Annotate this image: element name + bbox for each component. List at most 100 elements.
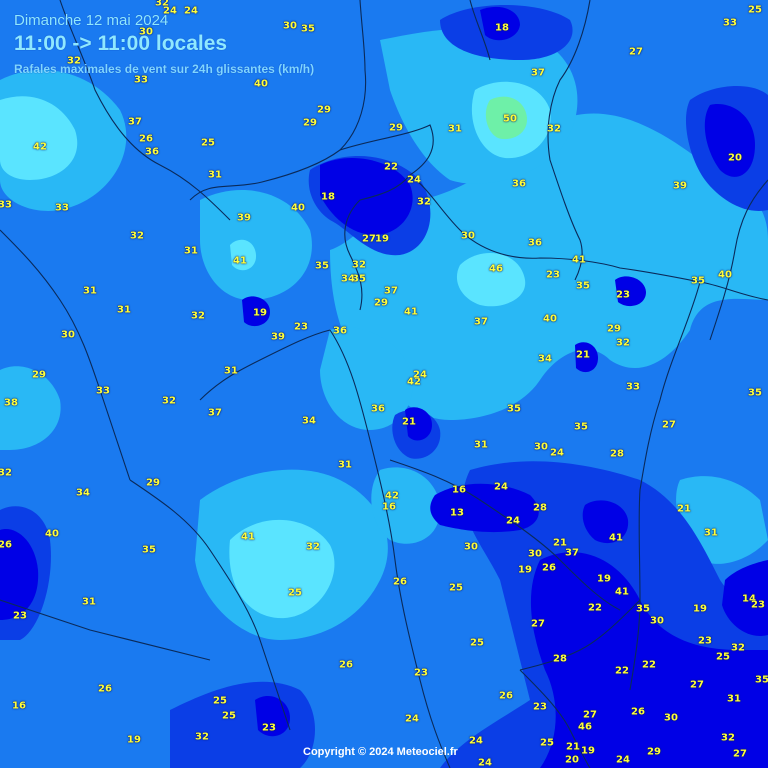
- gust-label: 31: [208, 169, 222, 181]
- gust-label: 32: [0, 467, 12, 479]
- gust-label: 39: [271, 331, 285, 343]
- gust-label: 35: [142, 544, 156, 556]
- map-time-range: 11:00 -> 11:00 locales: [14, 32, 228, 55]
- gust-label: 21: [402, 416, 416, 428]
- gust-label: 41: [609, 532, 623, 544]
- gust-label: 25: [201, 137, 215, 149]
- gust-label: 42: [385, 490, 399, 502]
- gust-label: 27: [583, 709, 597, 721]
- copyright-notice: Copyright © 2024 Meteociel.fr: [303, 746, 458, 758]
- gust-label: 32: [731, 642, 745, 654]
- gust-label: 35: [574, 421, 588, 433]
- gust-label: 23: [13, 610, 27, 622]
- gust-label: 35: [691, 275, 705, 287]
- gust-label: 35: [507, 403, 521, 415]
- gust-label: 37: [474, 316, 488, 328]
- gust-label: 30: [528, 548, 542, 560]
- gust-label: 32: [616, 337, 630, 349]
- gust-label: 29: [303, 117, 317, 129]
- gust-label: 25: [748, 4, 762, 16]
- gust-label: 31: [448, 123, 462, 135]
- gust-label: 24: [163, 5, 177, 17]
- gust-label: 31: [474, 439, 488, 451]
- gust-label: 35: [301, 23, 315, 35]
- gust-label: 30: [139, 26, 153, 38]
- gust-label: 50: [503, 113, 517, 125]
- gust-label: 38: [4, 397, 18, 409]
- gust-label: 31: [184, 245, 198, 257]
- gust-label: 33: [55, 202, 69, 214]
- gust-label: 29: [607, 323, 621, 335]
- gust-label: 16: [382, 501, 396, 513]
- gust-label: 32: [417, 196, 431, 208]
- gust-label: 31: [82, 596, 96, 608]
- gust-label: 24: [469, 735, 483, 747]
- gust-label: 32: [162, 395, 176, 407]
- gust-label: 29: [647, 746, 661, 758]
- gust-label: 26: [339, 659, 353, 671]
- gust-label: 27: [362, 233, 376, 245]
- gust-label: 19: [375, 233, 389, 245]
- gust-label: 36: [333, 325, 347, 337]
- gust-label: 29: [374, 297, 388, 309]
- gust-label: 21: [566, 741, 580, 753]
- gust-label: 21: [677, 503, 691, 515]
- gust-label: 19: [518, 564, 532, 576]
- gust-label: 40: [543, 313, 557, 325]
- gust-label: 18: [321, 191, 335, 203]
- gust-label: 26: [499, 690, 513, 702]
- gust-label: 29: [389, 122, 403, 134]
- gust-label: 33: [134, 74, 148, 86]
- gust-label: 33: [723, 17, 737, 29]
- gust-label: 30: [664, 712, 678, 724]
- gust-label: 18: [495, 22, 509, 34]
- gust-label: 36: [512, 178, 526, 190]
- gust-label: 41: [615, 586, 629, 598]
- gust-label: 40: [45, 528, 59, 540]
- gust-label: 30: [61, 329, 75, 341]
- gust-label: 37: [531, 67, 545, 79]
- gust-label: 41: [241, 531, 255, 543]
- gust-label: 20: [565, 754, 579, 766]
- gust-label: 39: [673, 180, 687, 192]
- gust-label: 40: [291, 202, 305, 214]
- gust-label: 28: [553, 653, 567, 665]
- gust-label: 30: [534, 441, 548, 453]
- gust-label: 41: [233, 255, 247, 267]
- gust-label: 34: [302, 415, 316, 427]
- gust-label: 23: [414, 667, 428, 679]
- gust-label: 28: [533, 502, 547, 514]
- gust-label: 27: [662, 419, 676, 431]
- gust-label: 26: [98, 683, 112, 695]
- gust-label: 30: [461, 230, 475, 242]
- gust-label: 27: [629, 46, 643, 58]
- gust-label: 19: [581, 745, 595, 757]
- gust-label: 36: [371, 403, 385, 415]
- gust-label: 29: [32, 369, 46, 381]
- gust-label: 41: [572, 254, 586, 266]
- gust-label: 27: [690, 679, 704, 691]
- gust-label: 20: [728, 152, 742, 164]
- gust-label: 25: [213, 695, 227, 707]
- gust-label: 31: [704, 527, 718, 539]
- gust-label: 34: [538, 353, 552, 365]
- gust-label: 30: [283, 20, 297, 32]
- gust-label: 25: [716, 651, 730, 663]
- gust-field-layer: [0, 0, 768, 768]
- gust-label: 23: [751, 599, 765, 611]
- gust-label: 25: [540, 737, 554, 749]
- gust-label: 36: [528, 237, 542, 249]
- gust-label: 46: [578, 721, 592, 733]
- gust-label: 16: [452, 484, 466, 496]
- gust-label: 24: [184, 5, 198, 17]
- gust-label: 34: [341, 273, 355, 285]
- gust-label: 26: [139, 133, 153, 145]
- gust-label: 19: [693, 603, 707, 615]
- gust-label: 23: [698, 635, 712, 647]
- gust-label: 22: [642, 659, 656, 671]
- gust-label: 30: [464, 541, 478, 553]
- gust-label: 23: [294, 321, 308, 333]
- gust-label: 25: [288, 587, 302, 599]
- gust-label: 31: [224, 365, 238, 377]
- gust-label: 31: [117, 304, 131, 316]
